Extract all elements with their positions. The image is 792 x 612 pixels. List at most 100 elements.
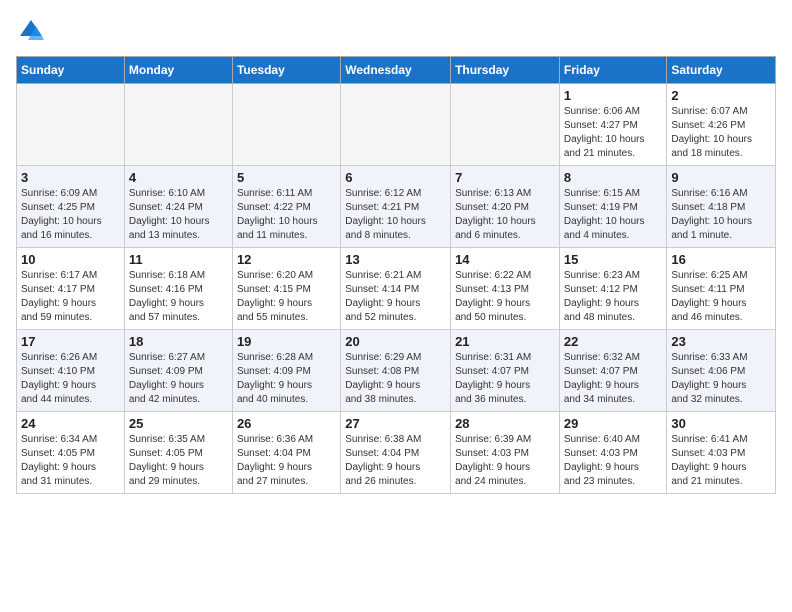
- week-row-1: 3Sunrise: 6:09 AM Sunset: 4:25 PM Daylig…: [17, 166, 776, 248]
- day-info: Sunrise: 6:28 AM Sunset: 4:09 PM Dayligh…: [237, 351, 336, 407]
- calendar-cell: 26Sunrise: 6:36 AM Sunset: 4:04 PM Dayli…: [232, 412, 340, 494]
- day-number: 27: [345, 416, 446, 431]
- week-row-4: 24 Sunrise: 6:34 AM Sunset: 4:05 PM Dayli…: [17, 412, 776, 494]
- day-number: 20: [345, 334, 446, 349]
- calendar-cell: 15 Sunrise: 6:23 AM Sunset: 4:12 PM Dayli…: [559, 248, 667, 330]
- logo-icon: [16, 16, 46, 46]
- day-number: 18: [129, 334, 228, 349]
- day-number: 23: [671, 334, 771, 349]
- day-number: 13: [345, 252, 446, 267]
- day-header-wednesday: Wednesday: [341, 57, 451, 84]
- day-number: 12: [237, 252, 336, 267]
- week-row-2: 10 Sunrise: 6:17 AM Sunset: 4:17 PM Dayli…: [17, 248, 776, 330]
- day-number: 10: [21, 252, 120, 267]
- day-number: 24: [21, 416, 120, 431]
- day-number: 4: [129, 170, 228, 185]
- day-info: Sunrise: 6:20 AM Sunset: 4:15 PM Dayligh…: [237, 269, 336, 325]
- calendar-cell: 12 Sunrise: 6:20 AM Sunset: 4:15 PM Dayli…: [232, 248, 340, 330]
- day-info: Sunrise: 6:31 AM Sunset: 4:07 PM Dayligh…: [455, 351, 555, 407]
- calendar-cell: 4 Sunrise: 6:10 AM Sunset: 4:24 PM Daylig…: [124, 166, 232, 248]
- calendar-cell: 7Sunrise: 6:13 AM Sunset: 4:20 PM Daylig…: [451, 166, 560, 248]
- calendar-cell: 6Sunrise: 6:12 AM Sunset: 4:21 PM Daylig…: [341, 166, 451, 248]
- calendar-cell: 9 Sunrise: 6:16 AM Sunset: 4:18 PM Daylig…: [667, 166, 776, 248]
- calendar-cell: [341, 84, 451, 166]
- day-number: 15: [564, 252, 663, 267]
- calendar-cell: [232, 84, 340, 166]
- day-info: Sunrise: 6:22 AM Sunset: 4:13 PM Dayligh…: [455, 269, 555, 325]
- calendar-cell: 27Sunrise: 6:38 AM Sunset: 4:04 PM Dayli…: [341, 412, 451, 494]
- day-info: Sunrise: 6:27 AM Sunset: 4:09 PM Dayligh…: [129, 351, 228, 407]
- day-info: Sunrise: 6:29 AM Sunset: 4:08 PM Dayligh…: [345, 351, 446, 407]
- calendar-cell: 22 Sunrise: 6:32 AM Sunset: 4:07 PM Dayli…: [559, 330, 667, 412]
- day-number: 2: [671, 88, 771, 103]
- header: [16, 16, 776, 46]
- day-number: 21: [455, 334, 555, 349]
- calendar-cell: 20 Sunrise: 6:29 AM Sunset: 4:08 PM Dayli…: [341, 330, 451, 412]
- logo: [16, 16, 50, 46]
- day-info: Sunrise: 6:39 AM Sunset: 4:03 PM Dayligh…: [455, 433, 555, 489]
- calendar-table: SundayMondayTuesdayWednesdayThursdayFrid…: [16, 56, 776, 494]
- day-number: 22: [564, 334, 663, 349]
- calendar-cell: 21 Sunrise: 6:31 AM Sunset: 4:07 PM Dayli…: [451, 330, 560, 412]
- calendar-cell: 5Sunrise: 6:11 AM Sunset: 4:22 PM Daylig…: [232, 166, 340, 248]
- calendar-cell: [124, 84, 232, 166]
- day-number: 16: [671, 252, 771, 267]
- day-number: 8: [564, 170, 663, 185]
- day-info: Sunrise: 6:13 AM Sunset: 4:20 PM Dayligh…: [455, 187, 555, 243]
- day-number: 26: [237, 416, 336, 431]
- calendar-cell: 3Sunrise: 6:09 AM Sunset: 4:25 PM Daylig…: [17, 166, 125, 248]
- day-info: Sunrise: 6:25 AM Sunset: 4:11 PM Dayligh…: [671, 269, 771, 325]
- day-number: 5: [237, 170, 336, 185]
- day-info: Sunrise: 6:18 AM Sunset: 4:16 PM Dayligh…: [129, 269, 228, 325]
- day-number: 30: [671, 416, 771, 431]
- day-info: Sunrise: 6:12 AM Sunset: 4:21 PM Dayligh…: [345, 187, 446, 243]
- calendar-cell: 1 Sunrise: 6:06 AM Sunset: 4:27 PM Daylig…: [559, 84, 667, 166]
- day-info: Sunrise: 6:10 AM Sunset: 4:24 PM Dayligh…: [129, 187, 228, 243]
- day-number: 14: [455, 252, 555, 267]
- calendar-cell: 19 Sunrise: 6:28 AM Sunset: 4:09 PM Dayli…: [232, 330, 340, 412]
- calendar-cell: [451, 84, 560, 166]
- calendar-cell: 18 Sunrise: 6:27 AM Sunset: 4:09 PM Dayli…: [124, 330, 232, 412]
- day-header-monday: Monday: [124, 57, 232, 84]
- calendar-cell: 28Sunrise: 6:39 AM Sunset: 4:03 PM Dayli…: [451, 412, 560, 494]
- day-number: 19: [237, 334, 336, 349]
- day-info: Sunrise: 6:06 AM Sunset: 4:27 PM Dayligh…: [564, 105, 663, 161]
- day-number: 29: [564, 416, 663, 431]
- calendar-cell: 13 Sunrise: 6:21 AM Sunset: 4:14 PM Dayli…: [341, 248, 451, 330]
- calendar-cell: 23 Sunrise: 6:33 AM Sunset: 4:06 PM Dayli…: [667, 330, 776, 412]
- calendar-cell: 8 Sunrise: 6:15 AM Sunset: 4:19 PM Daylig…: [559, 166, 667, 248]
- day-number: 25: [129, 416, 228, 431]
- day-number: 17: [21, 334, 120, 349]
- day-info: Sunrise: 6:09 AM Sunset: 4:25 PM Dayligh…: [21, 187, 120, 243]
- calendar-cell: 29Sunrise: 6:40 AM Sunset: 4:03 PM Dayli…: [559, 412, 667, 494]
- calendar-cell: 24 Sunrise: 6:34 AM Sunset: 4:05 PM Dayli…: [17, 412, 125, 494]
- day-number: 9: [671, 170, 771, 185]
- day-info: Sunrise: 6:07 AM Sunset: 4:26 PM Dayligh…: [671, 105, 771, 161]
- day-header-saturday: Saturday: [667, 57, 776, 84]
- calendar-cell: [17, 84, 125, 166]
- day-header-thursday: Thursday: [451, 57, 560, 84]
- week-row-0: 1 Sunrise: 6:06 AM Sunset: 4:27 PM Daylig…: [17, 84, 776, 166]
- calendar-cell: 11 Sunrise: 6:18 AM Sunset: 4:16 PM Dayli…: [124, 248, 232, 330]
- day-info: Sunrise: 6:23 AM Sunset: 4:12 PM Dayligh…: [564, 269, 663, 325]
- day-header-sunday: Sunday: [17, 57, 125, 84]
- day-info: Sunrise: 6:16 AM Sunset: 4:18 PM Dayligh…: [671, 187, 771, 243]
- day-info: Sunrise: 6:32 AM Sunset: 4:07 PM Dayligh…: [564, 351, 663, 407]
- calendar-cell: 10 Sunrise: 6:17 AM Sunset: 4:17 PM Dayli…: [17, 248, 125, 330]
- day-number: 1: [564, 88, 663, 103]
- day-info: Sunrise: 6:17 AM Sunset: 4:17 PM Dayligh…: [21, 269, 120, 325]
- week-row-3: 17 Sunrise: 6:26 AM Sunset: 4:10 PM Dayli…: [17, 330, 776, 412]
- calendar-cell: 30Sunrise: 6:41 AM Sunset: 4:03 PM Dayli…: [667, 412, 776, 494]
- calendar-cell: 17 Sunrise: 6:26 AM Sunset: 4:10 PM Dayli…: [17, 330, 125, 412]
- day-info: Sunrise: 6:26 AM Sunset: 4:10 PM Dayligh…: [21, 351, 120, 407]
- day-info: Sunrise: 6:35 AM Sunset: 4:05 PM Dayligh…: [129, 433, 228, 489]
- calendar-cell: 14 Sunrise: 6:22 AM Sunset: 4:13 PM Dayli…: [451, 248, 560, 330]
- day-number: 11: [129, 252, 228, 267]
- day-info: Sunrise: 6:34 AM Sunset: 4:05 PM Dayligh…: [21, 433, 120, 489]
- header-row: SundayMondayTuesdayWednesdayThursdayFrid…: [17, 57, 776, 84]
- calendar-cell: 16 Sunrise: 6:25 AM Sunset: 4:11 PM Dayli…: [667, 248, 776, 330]
- day-info: Sunrise: 6:33 AM Sunset: 4:06 PM Dayligh…: [671, 351, 771, 407]
- calendar-cell: 25 Sunrise: 6:35 AM Sunset: 4:05 PM Dayli…: [124, 412, 232, 494]
- day-info: Sunrise: 6:15 AM Sunset: 4:19 PM Dayligh…: [564, 187, 663, 243]
- day-info: Sunrise: 6:21 AM Sunset: 4:14 PM Dayligh…: [345, 269, 446, 325]
